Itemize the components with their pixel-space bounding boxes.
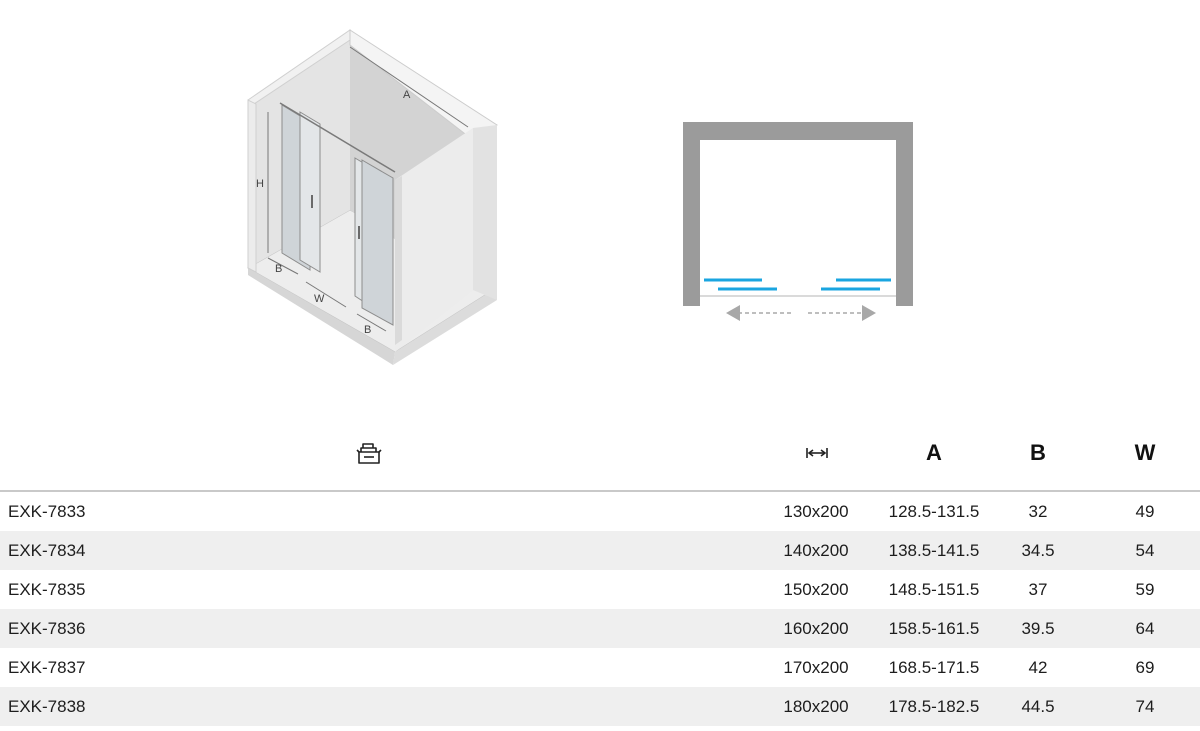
b-value: 34.5 <box>1021 541 1055 560</box>
size-value: 150x200 <box>783 580 849 599</box>
table-row: EXK-7838 180x200 178.5-182.5 44.5 74 <box>0 687 1200 726</box>
plan-right-wall <box>896 122 913 306</box>
plan-back-wall <box>683 122 913 140</box>
w-value: 74 <box>1135 697 1155 716</box>
table-header: A B W <box>0 425 1200 491</box>
product-code: EXK-7837 <box>8 658 86 677</box>
plan-left-wall <box>683 122 700 306</box>
a-value: 178.5-182.5 <box>888 697 980 716</box>
dim-label-b-right: B <box>364 324 371 336</box>
a-value: 148.5-151.5 <box>888 580 980 599</box>
a-value: 158.5-161.5 <box>888 619 980 638</box>
size-value: 140x200 <box>783 541 849 560</box>
size-value: 170x200 <box>783 658 849 677</box>
w-value: 49 <box>1135 502 1155 521</box>
header-w: W <box>1134 440 1156 465</box>
w-value: 64 <box>1135 619 1155 638</box>
width-arrows-icon <box>798 433 836 473</box>
a-value: 138.5-141.5 <box>888 541 980 560</box>
size-value: 180x200 <box>783 697 849 716</box>
a-value: 168.5-171.5 <box>888 658 980 677</box>
dim-label-w: W <box>314 293 325 305</box>
table-row: EXK-7833 130x200 128.5-131.5 32 49 <box>0 492 1200 531</box>
dimension-table: EXK-7833 130x200 128.5-131.5 32 49 EXK-7… <box>0 492 1200 726</box>
w-value: 59 <box>1135 580 1155 599</box>
slide-left-arrow-icon <box>726 305 740 321</box>
plan-view-diagram <box>683 122 913 321</box>
header-a: A <box>926 440 942 465</box>
size-value: 130x200 <box>783 502 849 521</box>
header-b: B <box>1030 440 1046 465</box>
w-value: 54 <box>1135 541 1155 560</box>
dim-label-h: H <box>256 178 264 190</box>
table-row: EXK-7836 160x200 158.5-161.5 39.5 64 <box>0 609 1200 648</box>
b-value: 37 <box>1028 580 1048 599</box>
product-code: EXK-7834 <box>8 541 86 560</box>
box-stack-icon <box>350 433 388 473</box>
table-row: EXK-7834 140x200 138.5-141.5 34.5 54 <box>0 531 1200 570</box>
size-value: 160x200 <box>783 619 849 638</box>
product-code: EXK-7838 <box>8 697 86 716</box>
dim-label-b-left: B <box>275 263 282 275</box>
table-row: EXK-7835 150x200 148.5-151.5 37 59 <box>0 570 1200 609</box>
product-code: EXK-7833 <box>8 502 86 521</box>
b-value: 44.5 <box>1021 697 1055 716</box>
isometric-enclosure-diagram: A H B W B <box>246 29 498 365</box>
product-code: EXK-7835 <box>8 580 86 599</box>
b-value: 39.5 <box>1021 619 1055 638</box>
b-value: 32 <box>1028 502 1048 521</box>
table-row: EXK-7837 170x200 168.5-171.5 42 69 <box>0 648 1200 687</box>
w-value: 69 <box>1135 658 1155 677</box>
dim-label-a: A <box>403 89 411 101</box>
a-value: 128.5-131.5 <box>888 502 980 521</box>
product-code: EXK-7836 <box>8 619 86 638</box>
slide-right-arrow-icon <box>862 305 876 321</box>
b-value: 42 <box>1028 658 1048 677</box>
